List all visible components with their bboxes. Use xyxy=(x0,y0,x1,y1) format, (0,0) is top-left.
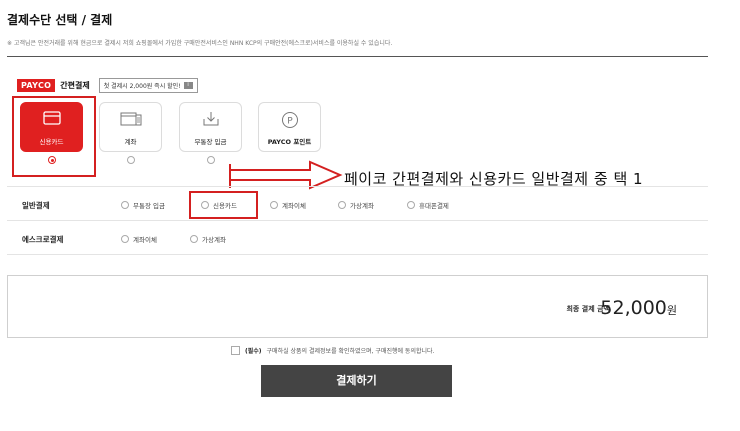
option-label: 가상계좌 xyxy=(202,236,226,244)
option-label: 휴대폰결제 xyxy=(419,202,449,210)
option-label: 계좌이체 xyxy=(133,236,157,244)
deposit-icon xyxy=(203,112,218,126)
general-payment-label: 일반결제 xyxy=(22,201,50,210)
info-icon[interactable]: i xyxy=(183,82,193,89)
option-bank-deposit[interactable]: 무통장 입금 xyxy=(121,200,165,210)
radio-button[interactable] xyxy=(407,201,415,209)
tile-bank-deposit[interactable]: 무통장 입금 xyxy=(179,102,242,152)
option-bank-transfer[interactable]: 계좌이체 xyxy=(270,200,306,210)
pay-button[interactable]: 결제하기 xyxy=(261,365,452,397)
agreement-row[interactable]: (필수) 구매하실 상품의 결제정보를 확인하였으며, 구매진행에 동의합니다. xyxy=(231,346,434,355)
point-icon-letter: P xyxy=(287,117,293,127)
radio-button[interactable] xyxy=(190,235,198,243)
total-currency-unit: 원 xyxy=(666,304,677,317)
payco-point-icon: P xyxy=(281,112,298,128)
radio-button[interactable] xyxy=(121,201,129,209)
total-payment-box: 최종 결제 금액 52,000원 xyxy=(7,275,708,338)
option-label: 가상계좌 xyxy=(350,202,374,210)
option-mobile-payment[interactable]: 휴대폰결제 xyxy=(407,200,449,210)
radio-bank-deposit[interactable] xyxy=(207,156,215,164)
option-escrow-bank-transfer[interactable]: 계좌이체 xyxy=(121,234,157,244)
tile-label: 계좌 xyxy=(124,138,137,146)
page-title: 결제수단 선택 / 결제 xyxy=(7,13,113,27)
radio-button[interactable] xyxy=(121,235,129,243)
agreement-text: 구매하실 상품의 결제정보를 확인하였으며, 구매진행에 동의합니다. xyxy=(266,348,435,355)
escrow-notice: ※ 고객님은 안전거래를 위해 현금으로 결제시 저희 쇼핑몰에서 가입한 구매… xyxy=(7,40,393,47)
option-virtual-account[interactable]: 가상계좌 xyxy=(338,200,374,210)
tile-label: 무통장 입금 xyxy=(194,138,227,146)
escrow-payment-label: 에스크로결제 xyxy=(22,235,64,244)
agreement-required-tag: (필수) xyxy=(245,348,262,355)
radio-button[interactable] xyxy=(338,201,346,209)
promo-text: 첫 결제시 2,000원 즉시 할인! xyxy=(103,83,181,90)
top-divider xyxy=(7,56,708,57)
payco-promo-badge: 첫 결제시 2,000원 즉시 할인! i xyxy=(98,78,198,93)
payco-logo: PAYCO xyxy=(17,79,56,92)
tile-bank-account[interactable]: 계좌 xyxy=(99,102,162,152)
tile-label: PAYCO 포인트 xyxy=(267,138,312,146)
radio-bank-account[interactable] xyxy=(127,156,135,164)
option-escrow-virtual-account[interactable]: 가상계좌 xyxy=(190,234,226,244)
bank-account-icon xyxy=(120,112,141,126)
row-divider xyxy=(7,254,708,255)
total-amount-value: 52,000 xyxy=(600,297,667,319)
payco-header: PAYCO 간편결제 첫 결제시 2,000원 즉시 할인! i xyxy=(17,78,198,93)
payco-label: 간편결제 xyxy=(60,81,90,90)
row-divider xyxy=(7,186,708,187)
option-label: 신용카드 xyxy=(213,202,237,210)
total-amount: 52,000원 xyxy=(600,297,677,319)
option-label: 무통장 입금 xyxy=(133,202,165,210)
option-credit-card[interactable]: 신용카드 xyxy=(201,200,237,210)
option-label: 계좌이체 xyxy=(282,202,306,210)
tile-payco-point[interactable]: P PAYCO 포인트 xyxy=(258,102,321,152)
radio-button[interactable] xyxy=(201,201,209,209)
radio-button[interactable] xyxy=(270,201,278,209)
agreement-checkbox[interactable] xyxy=(231,346,240,355)
row-divider xyxy=(7,220,708,221)
highlight-box-payco-card xyxy=(12,96,96,177)
